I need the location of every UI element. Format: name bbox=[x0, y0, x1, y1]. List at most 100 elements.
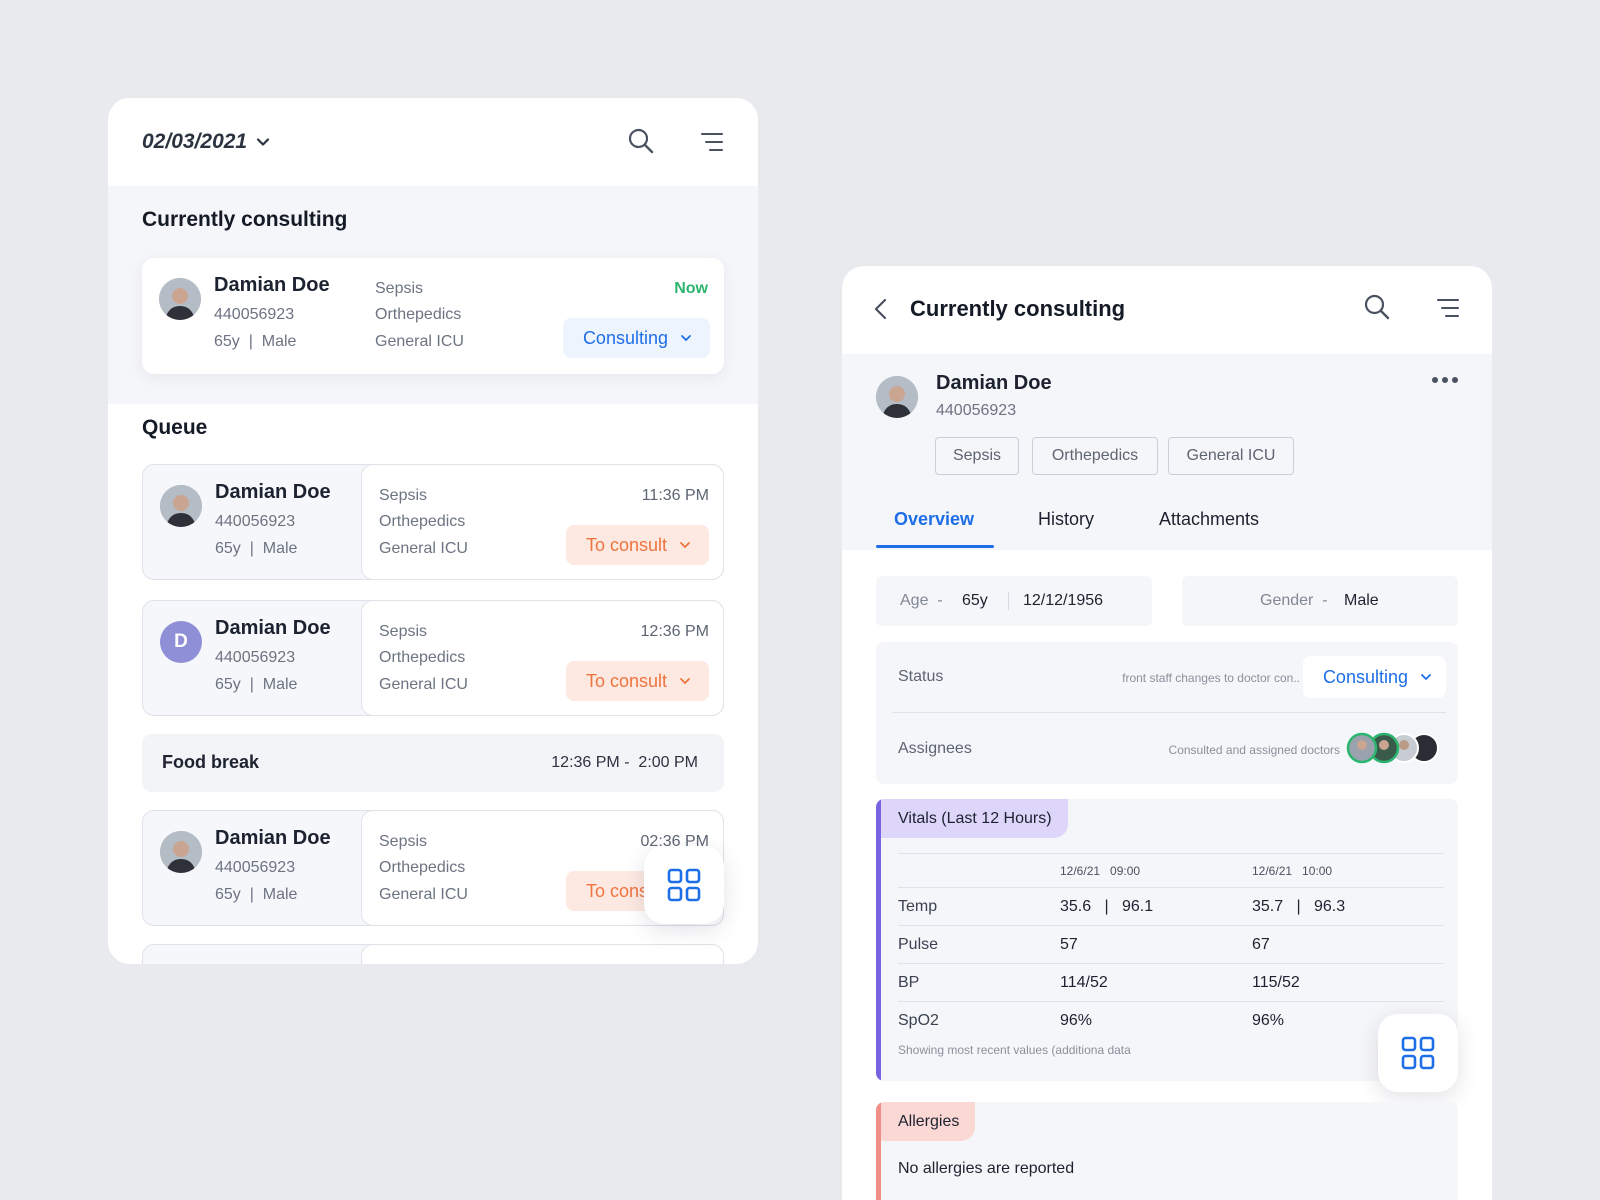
dept-1: Sepsis bbox=[379, 833, 428, 850]
search-icon[interactable] bbox=[626, 126, 656, 156]
patient-name: Damian Doe bbox=[215, 481, 331, 503]
chevron-down-icon bbox=[680, 678, 690, 685]
status-dropdown[interactable]: Consulting bbox=[562, 318, 710, 358]
page-title: Currently consulting bbox=[910, 296, 1126, 321]
dept-1: Sepsis bbox=[379, 623, 428, 640]
tab-attachments[interactable]: Attachments bbox=[1159, 509, 1259, 530]
grid-icon bbox=[1401, 1036, 1435, 1070]
patient-id: 440056923 bbox=[215, 649, 296, 666]
menu-icon[interactable] bbox=[698, 128, 726, 156]
column-header: 12/6/21 10:00 bbox=[1252, 864, 1333, 878]
age-label: Age - bbox=[900, 592, 943, 609]
tab-history[interactable]: History bbox=[1038, 509, 1094, 530]
patient-info: 65y | Male bbox=[215, 676, 298, 693]
queue-card[interactable]: Damian Doe 440056923 65y | Male Sepsis O… bbox=[142, 464, 724, 580]
age-box: Age - 65y 12/12/1956 bbox=[876, 576, 1152, 626]
divider bbox=[1008, 592, 1009, 610]
patient-info: 65y | Male bbox=[214, 333, 297, 350]
patient-name: Damian Doe bbox=[214, 274, 330, 296]
status-label: Consulting bbox=[582, 327, 668, 348]
grid-icon bbox=[667, 868, 701, 902]
grid-menu-button[interactable] bbox=[1378, 1014, 1458, 1092]
status-dropdown[interactable]: Consulting bbox=[1302, 656, 1446, 698]
vital-value: 114/52 bbox=[1060, 974, 1108, 991]
patient-id: 440056923 bbox=[214, 306, 295, 323]
tag-sepsis: Sepsis bbox=[935, 437, 1019, 475]
current-patient-card[interactable]: Damian Doe 440056923 65y | Male Sepsis O… bbox=[142, 258, 724, 374]
gender-label: Gender - bbox=[1260, 592, 1328, 609]
dept-3: General ICU bbox=[379, 540, 468, 557]
table-row: Temp 35.6 | 96.1 35.7 | 96.3 bbox=[898, 887, 1444, 925]
queue-card[interactable]: Damian Doe 440056923 65y | Male Sepsis O… bbox=[142, 810, 724, 926]
status-label: To consult bbox=[585, 534, 667, 555]
dob-value: 12/12/1956 bbox=[1023, 592, 1104, 609]
schedule-header: 02/03/2021 bbox=[108, 98, 758, 186]
status-assignees-box: Status front staff changes to doctor con… bbox=[876, 642, 1458, 784]
queue-card-details: Sepsis Orthepedics General ICU 11:36 PM … bbox=[361, 464, 724, 580]
dept-1: Sepsis bbox=[375, 280, 424, 297]
dept-1: Sepsis bbox=[379, 487, 428, 504]
dept-3: General ICU bbox=[375, 333, 464, 350]
table-row: BP 114/52 115/52 bbox=[898, 963, 1444, 1001]
patient-id: 440056923 bbox=[936, 402, 1017, 419]
queue-card-details bbox=[361, 944, 724, 964]
current-section: Currently consulting Damian Doe 44005692… bbox=[108, 186, 758, 404]
queue-card[interactable]: D Damian Doe 440056923 65y | Male Sepsis… bbox=[142, 600, 724, 716]
patient-id: 440056923 bbox=[215, 513, 296, 530]
allergies-card: Allergies No allergies are reported bbox=[876, 1102, 1458, 1200]
vitals-table: 12/6/21 09:00 12/6/21 10:00 Temp 35.6 | … bbox=[898, 853, 1444, 1039]
vitals-accent-bar bbox=[876, 799, 881, 1081]
vital-value: 35.6 | 96.1 bbox=[1060, 898, 1154, 915]
patient-id: 440056923 bbox=[215, 859, 296, 876]
time-now: Now bbox=[674, 280, 708, 297]
back-icon[interactable] bbox=[868, 296, 894, 322]
assignees-label: Assignees bbox=[898, 740, 972, 757]
dept-3: General ICU bbox=[379, 676, 468, 693]
status-dropdown[interactable]: To consult bbox=[565, 661, 709, 701]
grid-menu-button[interactable] bbox=[644, 846, 724, 924]
break-time: 12:36 PM - 2:00 PM bbox=[551, 754, 698, 771]
appointment-time: 12:36 PM bbox=[640, 623, 709, 640]
status-dropdown[interactable]: To consult bbox=[565, 525, 709, 565]
date-selector[interactable]: 02/03/2021 bbox=[142, 130, 271, 154]
status-hint: front staff changes to doctor con.. bbox=[1122, 671, 1300, 685]
vital-value: 35.7 | 96.3 bbox=[1252, 898, 1346, 915]
table-row: Pulse 57 67 bbox=[898, 925, 1444, 963]
age-value: 65y bbox=[962, 592, 988, 609]
vitals-card: Vitals (Last 12 Hours) 12/6/21 09:00 12/… bbox=[876, 799, 1458, 1081]
patient-info: 65y | Male bbox=[215, 540, 298, 557]
avatar bbox=[160, 485, 202, 527]
schedule-panel: 02/03/2021 Currently consulting Damian D… bbox=[108, 98, 758, 964]
status-label: Status bbox=[898, 668, 944, 685]
tag-general-icu: General ICU bbox=[1168, 437, 1294, 475]
food-break: Food break 12:36 PM - 2:00 PM bbox=[142, 734, 724, 792]
dept-2: Orthepedics bbox=[375, 306, 462, 323]
assignees-hint: Consulted and assigned doctors bbox=[1168, 743, 1340, 757]
avatar bbox=[876, 376, 918, 418]
tab-overview[interactable]: Overview bbox=[894, 509, 974, 530]
table-header: 12/6/21 09:00 12/6/21 10:00 bbox=[898, 853, 1444, 887]
gender-box: Gender - Male bbox=[1182, 576, 1458, 626]
chevron-down-icon bbox=[681, 335, 691, 342]
chevron-down-icon bbox=[1421, 674, 1431, 681]
appointment-time: 11:36 PM bbox=[641, 487, 709, 504]
vital-label: BP bbox=[898, 974, 920, 991]
assignee-avatars[interactable] bbox=[1346, 732, 1440, 764]
tag-orthopedics: Orthepedics bbox=[1032, 437, 1158, 475]
queue-card[interactable] bbox=[142, 944, 724, 964]
patient-name: Damian Doe bbox=[215, 617, 331, 639]
more-options-icon[interactable] bbox=[1430, 372, 1460, 388]
patient-name: Damian Doe bbox=[936, 372, 1052, 394]
dept-2: Orthepedics bbox=[379, 649, 466, 666]
search-icon[interactable] bbox=[1362, 292, 1392, 322]
vital-value: 96% bbox=[1252, 1012, 1285, 1029]
vital-label: Temp bbox=[898, 898, 938, 915]
vital-value: 57 bbox=[1060, 936, 1078, 953]
status-value: Consulting bbox=[1322, 666, 1408, 687]
allergies-title: Allergies bbox=[881, 1102, 976, 1141]
avatar bbox=[160, 831, 202, 873]
gender-value: Male bbox=[1344, 592, 1379, 609]
patient-info: 65y | Male bbox=[215, 886, 298, 903]
chevron-down-icon bbox=[257, 138, 270, 146]
menu-icon[interactable] bbox=[1434, 294, 1462, 322]
